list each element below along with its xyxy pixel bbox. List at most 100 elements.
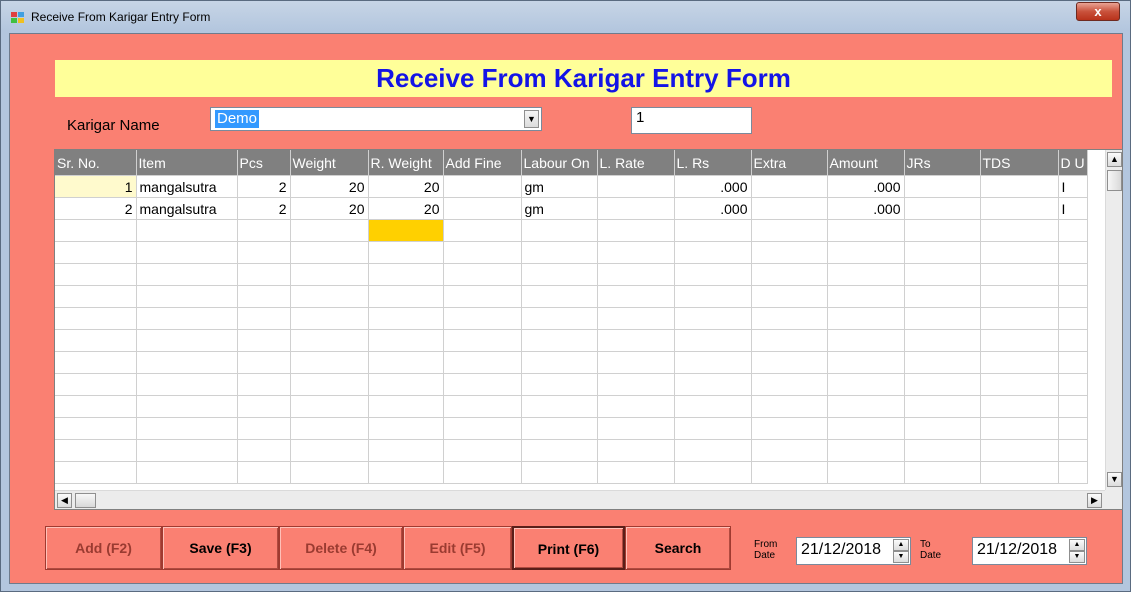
table-cell[interactable] (55, 329, 137, 352)
table-cell[interactable] (597, 417, 675, 440)
table-cell[interactable] (368, 417, 444, 440)
table-cell[interactable] (597, 373, 675, 396)
empty-row[interactable] (55, 417, 1088, 440)
table-cell[interactable] (443, 417, 522, 440)
table-cell[interactable] (443, 461, 522, 484)
table-row[interactable]: 1 mangalsutra 2 20 20 gm .000.000 I (55, 175, 1088, 198)
spin-down-icon[interactable]: ▼ (1069, 551, 1085, 563)
table-cell[interactable] (521, 395, 598, 418)
table-cell[interactable] (368, 263, 444, 286)
table-cell[interactable]: I (1058, 197, 1088, 220)
table-cell[interactable] (827, 307, 905, 330)
table-cell[interactable] (290, 241, 369, 264)
horizontal-scrollbar[interactable]: ◀ ▶ (55, 490, 1105, 509)
empty-row[interactable] (55, 307, 1088, 330)
table-cell[interactable] (237, 395, 291, 418)
empty-row[interactable] (55, 461, 1088, 484)
table-cell[interactable] (1058, 373, 1088, 396)
table-cell[interactable] (136, 241, 238, 264)
table-cell[interactable] (674, 417, 752, 440)
table-cell[interactable] (904, 307, 981, 330)
table-cell[interactable] (674, 329, 752, 352)
table-cell[interactable] (751, 417, 828, 440)
empty-row[interactable] (55, 351, 1088, 374)
table-cell[interactable] (1058, 285, 1088, 308)
table-cell[interactable] (368, 241, 444, 264)
table-cell[interactable] (597, 241, 675, 264)
empty-row[interactable] (55, 439, 1088, 462)
table-cell[interactable] (597, 395, 675, 418)
table-cell[interactable] (980, 395, 1059, 418)
table-cell[interactable] (751, 285, 828, 308)
spin-down-icon[interactable]: ▼ (893, 551, 909, 563)
table-cell[interactable] (443, 219, 522, 242)
table-cell[interactable] (136, 263, 238, 286)
table-cell[interactable] (290, 461, 369, 484)
table-cell[interactable] (674, 307, 752, 330)
table-cell[interactable] (136, 329, 238, 352)
table-cell[interactable] (521, 461, 598, 484)
table-cell[interactable] (136, 395, 238, 418)
table-cell[interactable] (904, 351, 981, 374)
column-header[interactable]: JRs (904, 150, 981, 176)
table-cell[interactable] (597, 197, 675, 220)
table-cell[interactable]: 20 (290, 175, 369, 198)
table-cell[interactable] (443, 175, 522, 198)
table-cell[interactable] (751, 373, 828, 396)
table-cell[interactable] (368, 461, 444, 484)
table-cell[interactable] (237, 461, 291, 484)
table-cell[interactable] (751, 329, 828, 352)
table-cell[interactable] (674, 351, 752, 374)
table-cell[interactable] (904, 373, 981, 396)
column-header[interactable]: R. Weight (368, 150, 444, 176)
table-cell[interactable] (827, 329, 905, 352)
empty-row[interactable] (55, 373, 1088, 396)
table-cell[interactable] (368, 439, 444, 462)
table-cell[interactable] (237, 351, 291, 374)
table-cell[interactable] (443, 373, 522, 396)
column-header[interactable]: L. Rate (597, 150, 675, 176)
table-cell[interactable] (521, 285, 598, 308)
column-header[interactable]: Pcs (237, 150, 291, 176)
table-cell[interactable]: I (1058, 175, 1088, 198)
column-header[interactable]: Item (136, 150, 238, 176)
table-cell[interactable] (55, 263, 137, 286)
table-cell[interactable] (237, 373, 291, 396)
horizontal-scroll-thumb[interactable] (75, 493, 96, 508)
table-cell[interactable] (751, 197, 828, 220)
column-header[interactable]: L. Rs (674, 150, 752, 176)
table-cell[interactable] (136, 461, 238, 484)
table-cell[interactable] (136, 417, 238, 440)
table-cell[interactable] (980, 307, 1059, 330)
empty-row[interactable] (55, 285, 1088, 308)
table-cell[interactable] (674, 219, 752, 242)
entry-number-field[interactable]: 1 (631, 107, 752, 134)
table-cell[interactable] (290, 285, 369, 308)
empty-row[interactable] (55, 219, 1088, 242)
table-cell[interactable] (136, 373, 238, 396)
spin-up-icon[interactable]: ▲ (1069, 539, 1085, 551)
table-cell[interactable] (237, 439, 291, 462)
table-cell[interactable] (237, 285, 291, 308)
table-cell[interactable] (443, 439, 522, 462)
table-cell[interactable] (904, 175, 981, 198)
table-cell[interactable] (237, 329, 291, 352)
table-cell[interactable]: 1 (55, 175, 137, 198)
column-header[interactable]: Extra (751, 150, 828, 176)
table-cell[interactable] (904, 395, 981, 418)
table-cell[interactable] (674, 241, 752, 264)
table-cell[interactable] (980, 351, 1059, 374)
table-cell[interactable] (443, 351, 522, 374)
table-cell[interactable]: .000 (827, 175, 905, 198)
table-cell[interactable] (521, 329, 598, 352)
scroll-right-icon[interactable]: ▶ (1087, 493, 1102, 508)
table-cell[interactable] (237, 307, 291, 330)
empty-row[interactable] (55, 263, 1088, 286)
scroll-up-icon[interactable]: ▲ (1107, 152, 1122, 167)
table-cell[interactable] (1058, 417, 1088, 440)
scroll-left-icon[interactable]: ◀ (57, 493, 72, 508)
table-cell[interactable]: mangalsutra (136, 175, 238, 198)
empty-row[interactable] (55, 329, 1088, 352)
table-cell[interactable]: gm (521, 197, 598, 220)
table-cell[interactable] (521, 241, 598, 264)
